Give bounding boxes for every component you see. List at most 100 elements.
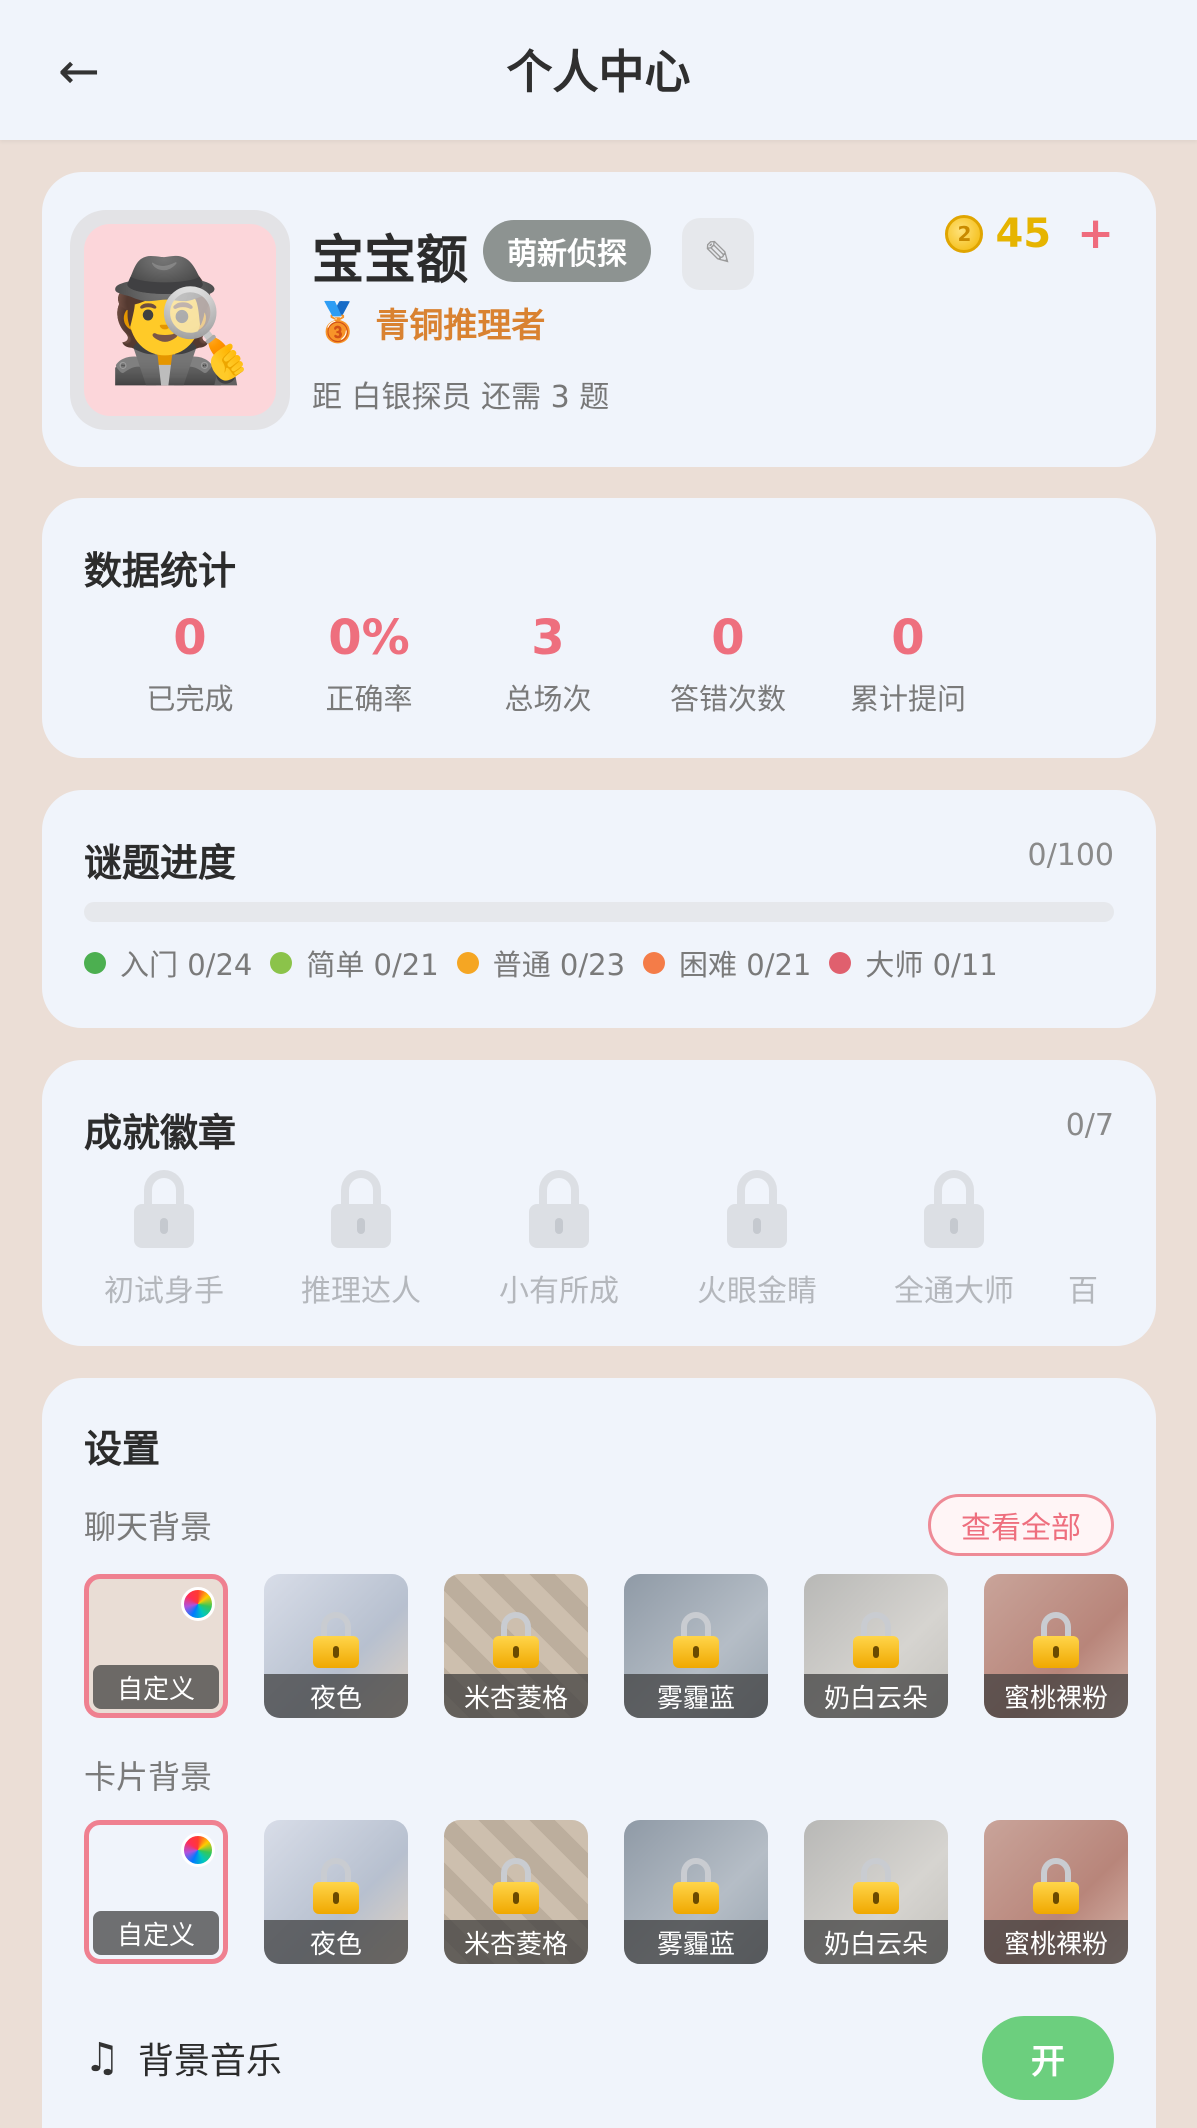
profile-card: 🕵️ 宝宝额 萌新侦探 ✎ 2 45 + 🥉 青铜推理者 距 白银探员 还需 3… (42, 172, 1156, 467)
add-coins-button[interactable]: + (1077, 208, 1114, 259)
stat-label: 正确率 (325, 681, 413, 716)
lock-icon (853, 1858, 899, 1915)
music-toggle[interactable]: 开 (982, 2016, 1114, 2100)
stat-wrong-answers: 0 答错次数 (638, 610, 818, 718)
lock-icon (331, 1170, 391, 1248)
stat-value: 3 (531, 610, 565, 666)
badge-list[interactable]: 初试身手 推理达人 小有所成 火眼金睛 全通大师 百 (84, 1170, 1114, 1320)
tile-caption: 自定义 (93, 1665, 219, 1709)
settings-heading: 设置 (84, 1427, 161, 1471)
badge-item[interactable]: 初试身手 (84, 1170, 244, 1310)
background-music-label: 背景音乐 (137, 2041, 282, 2082)
badge-item[interactable]: 推理达人 (281, 1170, 441, 1310)
background-tile-milky-cloud[interactable]: 奶白云朵 (804, 1574, 948, 1718)
lock-icon (529, 1170, 589, 1248)
next-level-hint: 距 白银探员 还需 3 题 (312, 380, 610, 415)
card-background-list[interactable]: 自定义 夜色 米杏菱格 雾霾蓝 奶白云朵 蜜桃裸粉 (84, 1820, 1156, 1980)
legend-dot (643, 952, 666, 974)
background-tile-milky-cloud[interactable]: 奶白云朵 (804, 1820, 948, 1964)
coin-icon: 2 (945, 214, 984, 253)
stat-label: 总场次 (504, 681, 592, 716)
legend-text: 普通 0/23 (492, 948, 626, 982)
legend-item-hard: 困难 0/21 (643, 942, 811, 984)
tile-caption: 蜜桃裸粉 (984, 1920, 1128, 1964)
badge-item[interactable]: 全通大师 (874, 1170, 1034, 1310)
pencil-icon[interactable]: ✎ (682, 218, 754, 290)
background-tile-beige-diamond[interactable]: 米杏菱格 (444, 1820, 588, 1964)
stat-label: 已完成 (146, 681, 234, 716)
puzzle-progress-card: 谜题进度 0/100 入门 0/24 简单 0/21 普通 0/23 困难 0/… (42, 790, 1156, 1028)
badge-label: 初试身手 (104, 1274, 224, 1309)
legend-item-easy: 简单 0/21 (270, 942, 439, 984)
tile-caption: 米杏菱格 (444, 1920, 588, 1964)
progress-bar (84, 902, 1114, 922)
lock-icon (727, 1170, 787, 1248)
coin-count: 45 (995, 210, 1052, 257)
player-title-text: 青铜推理者 (375, 306, 546, 346)
badge-item[interactable]: 小有所成 (479, 1170, 639, 1310)
avatar[interactable]: 🕵️ (70, 210, 290, 430)
lock-icon (134, 1170, 194, 1248)
view-all-button[interactable]: 查看全部 (928, 1494, 1114, 1556)
legend-item-beginner: 入门 0/24 (84, 942, 252, 984)
stat-label: 累计提问 (849, 681, 966, 716)
tile-caption: 夜色 (264, 1920, 408, 1964)
tile-caption: 夜色 (264, 1674, 408, 1718)
stat-value: 0% (328, 610, 410, 666)
stats-heading: 数据统计 (84, 549, 237, 593)
tile-caption: 奶白云朵 (804, 1674, 948, 1718)
chat-background-list[interactable]: 自定义 夜色 米杏菱格 雾霾蓝 奶白云朵 蜜桃裸粉 (84, 1574, 1156, 1734)
coin-balance: 2 45 + (945, 208, 1114, 259)
background-tile-custom[interactable]: 自定义 (84, 1820, 228, 1964)
stat-value: 0 (173, 610, 207, 666)
badge-label: 全通大师 (894, 1274, 1014, 1309)
tile-caption: 蜜桃裸粉 (984, 1674, 1128, 1718)
top-bar: ← 个人中心 (0, 0, 1197, 140)
achievement-badges-card: 成就徽章 0/7 初试身手 推理达人 小有所成 火眼金睛 全通大师 百 (42, 1060, 1156, 1346)
lock-icon (313, 1612, 359, 1669)
background-tile-night[interactable]: 夜色 (264, 1820, 408, 1964)
background-tile-haze-blue[interactable]: 雾霾蓝 (624, 1574, 768, 1718)
background-tile-haze-blue[interactable]: 雾霾蓝 (624, 1820, 768, 1964)
badge-item[interactable]: 火眼金睛 (677, 1170, 837, 1310)
settings-card: 设置 聊天背景 查看全部 自定义 夜色 米杏菱格 雾霾蓝 奶白云朵 蜜桃裸粉 卡… (42, 1378, 1156, 2128)
background-tile-peach-nude[interactable]: 蜜桃裸粉 (984, 1574, 1128, 1718)
difficulty-legend: 入门 0/24 简单 0/21 普通 0/23 困难 0/21 大师 0/11 (84, 942, 1016, 984)
bronze-medal-icon: 🥉 (314, 300, 362, 344)
background-tile-beige-diamond[interactable]: 米杏菱格 (444, 1574, 588, 1718)
player-title: 🥉 青铜推理者 (314, 298, 545, 347)
tile-caption: 雾霾蓝 (624, 1674, 768, 1718)
lock-icon (1033, 1858, 1079, 1915)
badge-label: 百 (1068, 1274, 1098, 1309)
badge-item[interactable]: 百 (1068, 1170, 1114, 1310)
legend-dot (829, 952, 852, 974)
legend-dot (84, 952, 106, 974)
lock-icon (1033, 1612, 1079, 1669)
tile-caption: 米杏菱格 (444, 1674, 588, 1718)
lock-icon (673, 1612, 719, 1669)
progress-heading: 谜题进度 (84, 841, 237, 885)
legend-item-normal: 普通 0/23 (456, 942, 626, 984)
background-tile-peach-nude[interactable]: 蜜桃裸粉 (984, 1820, 1128, 1964)
background-music-row: ♫ 背景音乐 (84, 2032, 282, 2084)
color-wheel-icon (181, 1587, 215, 1621)
background-tile-night[interactable]: 夜色 (264, 1574, 408, 1718)
lock-icon (853, 1612, 899, 1669)
rank-badge: 萌新侦探 (483, 220, 651, 282)
legend-item-master: 大师 0/11 (829, 942, 998, 984)
stat-label: 答错次数 (669, 681, 786, 716)
tile-caption: 雾霾蓝 (624, 1920, 768, 1964)
username: 宝宝额 (312, 231, 469, 291)
page-title: 个人中心 (506, 45, 691, 99)
background-tile-custom[interactable]: 自定义 (84, 1574, 228, 1718)
stat-accuracy: 0% 正确率 (279, 610, 459, 718)
legend-dot (270, 952, 293, 974)
badge-label: 火眼金睛 (697, 1274, 817, 1309)
legend-text: 简单 0/21 (306, 948, 439, 982)
stat-value: 0 (711, 610, 745, 666)
chat-background-label: 聊天背景 (84, 1508, 213, 1546)
stat-completed: 0 已完成 (100, 610, 280, 718)
lock-icon (1072, 1170, 1114, 1248)
legend-text: 大师 0/11 (865, 948, 998, 982)
badges-count: 0/7 (1065, 1108, 1114, 1143)
